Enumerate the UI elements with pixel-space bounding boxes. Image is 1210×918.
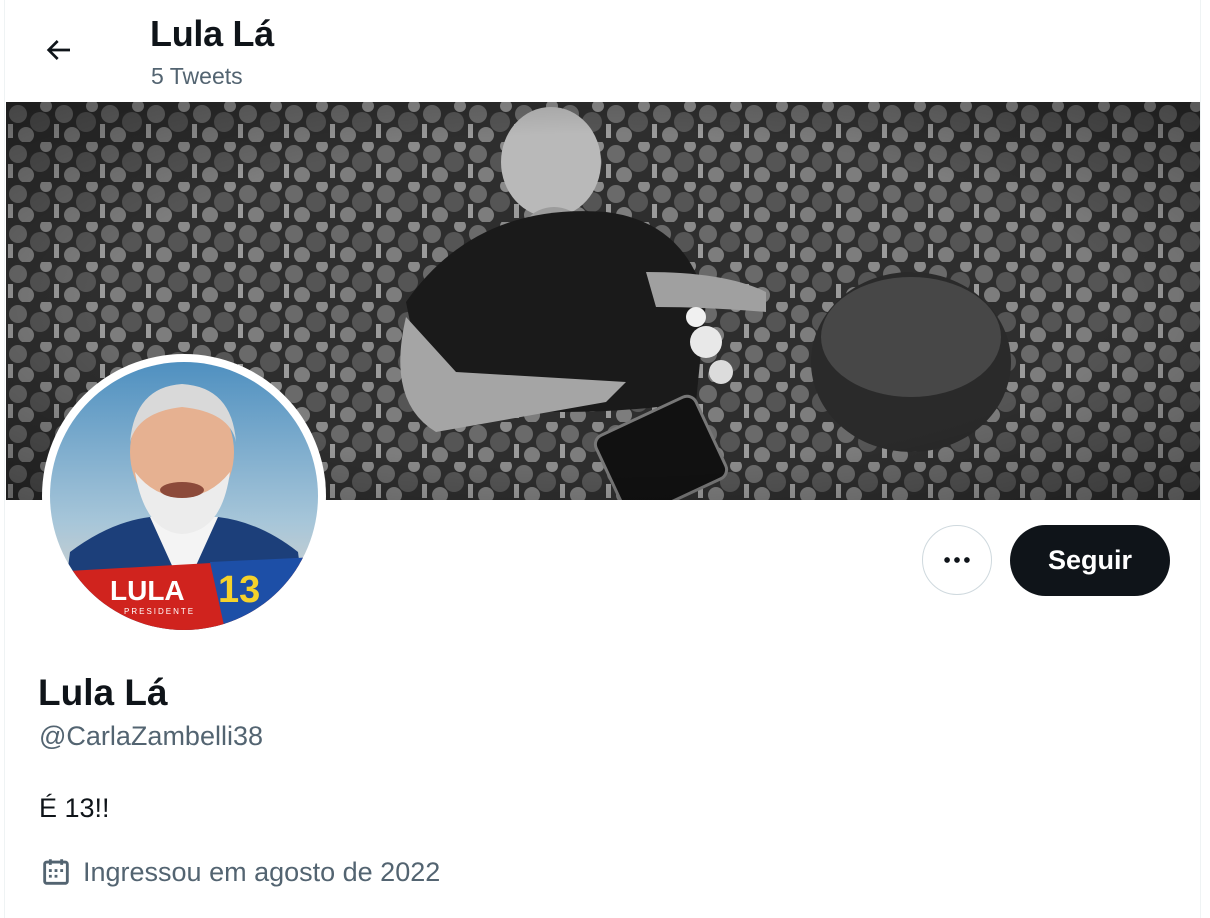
avatar-badge-subtext: PRESIDENTE [124,607,195,616]
joined-text: Ingressou em agosto de 2022 [83,856,441,887]
arrow-left-icon [46,40,70,60]
back-button[interactable] [36,28,80,72]
joined-date: Ingressou em agosto de 2022 [39,855,440,889]
avatar-badge-text: LULA [110,575,185,606]
profile-bio: É 13!! [39,793,110,823]
tweet-count: 5 Tweets [151,63,243,89]
profile-name: Lula Lá [38,672,168,713]
profile-avatar[interactable]: LULA 13 PRESIDENTE [42,354,326,638]
profile-page: Lula Lá 5 Tweets LULA 13 PRESIDENTE Segu… [4,0,1201,918]
header-title: Lula Lá [150,13,274,54]
calendar-icon [43,859,69,885]
more-options-button[interactable] [922,525,992,595]
more-horizontal-icon [944,557,970,563]
avatar-badge-number: 13 [218,569,260,611]
top-bar: Lula Lá 5 Tweets [5,0,1200,102]
follow-button[interactable]: Seguir [1010,525,1170,596]
profile-handle: @CarlaZambelli38 [39,721,263,751]
